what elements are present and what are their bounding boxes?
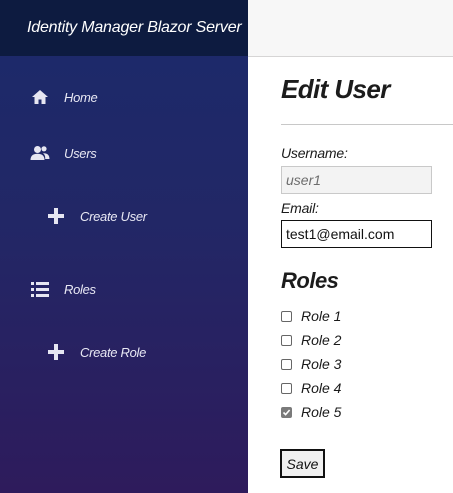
page-title: Edit User — [281, 74, 390, 104]
checkbox[interactable] — [281, 382, 292, 394]
checkbox[interactable] — [281, 358, 292, 370]
home-icon — [30, 88, 50, 106]
checkbox-checked[interactable] — [281, 406, 292, 418]
username-field — [281, 166, 432, 194]
sidebar-item-label: Create User — [80, 208, 147, 224]
email-field[interactable] — [281, 220, 432, 248]
role-checkbox-4[interactable]: Role 4 — [281, 380, 341, 396]
plus-icon — [46, 343, 66, 361]
username-label: Username: — [281, 145, 348, 161]
sidebar-item-label: Users — [64, 145, 97, 161]
title-divider — [281, 124, 453, 125]
sidebar-item-create-role[interactable]: Create Role — [46, 343, 146, 361]
role-label: Role 1 — [301, 308, 342, 324]
role-checkbox-1[interactable]: Role 1 — [281, 308, 341, 324]
sidebar-item-users[interactable]: Users — [30, 144, 97, 162]
roles-heading: Roles — [281, 268, 339, 293]
sidebar-item-home[interactable]: Home — [30, 88, 98, 106]
sidebar-item-label: Home — [64, 89, 98, 105]
sidebar-item-roles[interactable]: Roles — [30, 280, 96, 298]
role-label: Role 4 — [301, 380, 342, 396]
users-icon — [30, 144, 50, 162]
sidebar: Identity Manager Blazor Server Home User… — [0, 0, 248, 493]
app-brand[interactable]: Identity Manager Blazor Server — [0, 0, 248, 56]
role-label: Role 5 — [301, 404, 342, 420]
brand-title: Identity Manager Blazor Server — [27, 19, 242, 36]
top-bar — [248, 0, 453, 57]
role-checkbox-3[interactable]: Role 3 — [281, 356, 341, 372]
sidebar-item-label: Roles — [64, 281, 96, 297]
email-label: Email: — [281, 200, 319, 216]
plus-icon — [46, 207, 66, 225]
checkbox[interactable] — [281, 334, 292, 346]
list-icon — [30, 280, 50, 298]
checkbox[interactable] — [281, 310, 292, 322]
role-checkbox-5[interactable]: Role 5 — [281, 404, 341, 420]
role-label: Role 2 — [301, 332, 342, 348]
role-label: Role 3 — [301, 356, 342, 372]
sidebar-item-create-user[interactable]: Create User — [46, 207, 147, 225]
sidebar-item-label: Create Role — [80, 344, 147, 360]
save-button[interactable]: Save — [280, 449, 325, 478]
role-checkbox-2[interactable]: Role 2 — [281, 332, 341, 348]
